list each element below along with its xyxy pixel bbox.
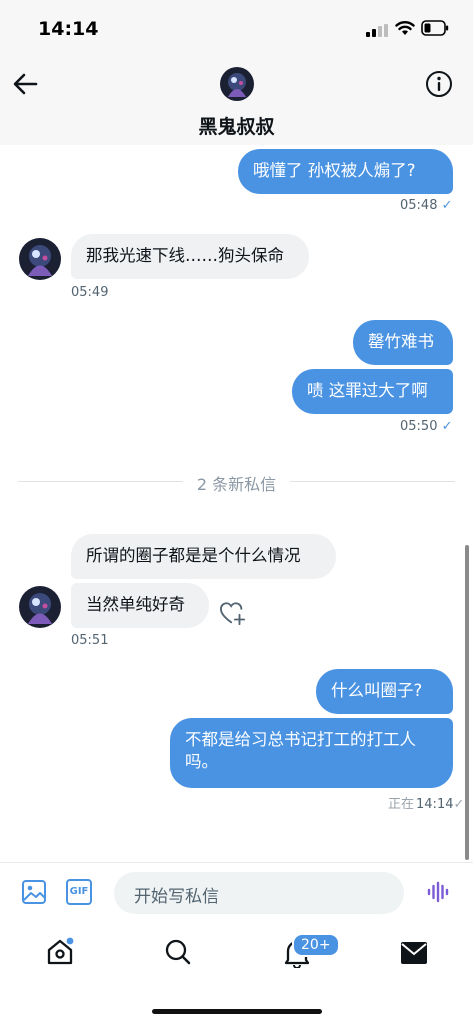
- home-tab-icon[interactable]: [45, 937, 75, 967]
- cellular-signal-icon: [366, 24, 388, 37]
- search-tab-icon[interactable]: [164, 938, 192, 966]
- message-bubble-outgoing[interactable]: 罄竹难书: [353, 320, 453, 365]
- new-messages-divider: 2 条新私信: [196, 475, 277, 494]
- message-bubble-incoming[interactable]: 那我光速下线……狗头保命: [71, 234, 309, 279]
- composer-divider: [0, 862, 473, 863]
- message-timestamp: 05:50 ✓: [400, 419, 453, 434]
- message-timestamp: 05:49: [71, 285, 109, 300]
- sender-avatar[interactable]: [19, 238, 61, 280]
- wifi-icon: [395, 21, 415, 35]
- voice-message-icon[interactable]: [426, 880, 450, 904]
- message-status: 正在 14:14✓: [388, 797, 465, 812]
- read-check-icon: ✓: [441, 419, 453, 434]
- conversation-title: 黑鬼叔叔: [198, 116, 275, 138]
- message-timestamp: 05:51: [71, 633, 109, 648]
- status-time: 14:14: [38, 18, 99, 40]
- sender-avatar[interactable]: [19, 586, 61, 628]
- message-bubble-outgoing[interactable]: 哦懂了 孙权被人煽了?: [238, 149, 453, 194]
- message-line: 不都是给习总书记打工的打工人: [185, 730, 416, 749]
- sending-check-icon: ✓: [453, 797, 465, 812]
- message-bubble-incoming[interactable]: 所谓的圈子都是是个什么情况: [71, 534, 336, 579]
- battery-icon: [421, 20, 449, 36]
- message-input-placeholder: 开始写私信: [134, 887, 219, 907]
- message-line: 吗。: [185, 752, 218, 771]
- add-reaction-heart-icon[interactable]: [219, 600, 247, 626]
- message-bubble-outgoing[interactable]: 不都是给习总书记打工的打工人 吗。: [170, 718, 453, 788]
- read-check-icon: ✓: [441, 198, 453, 213]
- messages-tab-icon[interactable]: [400, 941, 428, 965]
- notifications-badge: 20+: [292, 933, 340, 957]
- message-bubble-outgoing[interactable]: 啧 这罪过大了啊: [292, 369, 453, 414]
- info-icon[interactable]: [425, 70, 453, 98]
- home-indicator: [152, 1009, 322, 1014]
- image-icon[interactable]: [21, 879, 47, 905]
- back-arrow-icon[interactable]: [12, 72, 38, 96]
- message-bubble-incoming[interactable]: 当然单纯好奇: [71, 583, 209, 628]
- gif-icon[interactable]: GIF: [66, 879, 92, 905]
- scrollbar[interactable]: [465, 545, 469, 860]
- contact-avatar[interactable]: [220, 67, 254, 101]
- message-timestamp: 05:48 ✓: [400, 198, 453, 213]
- message-bubble-outgoing[interactable]: 什么叫圈子?: [316, 669, 453, 714]
